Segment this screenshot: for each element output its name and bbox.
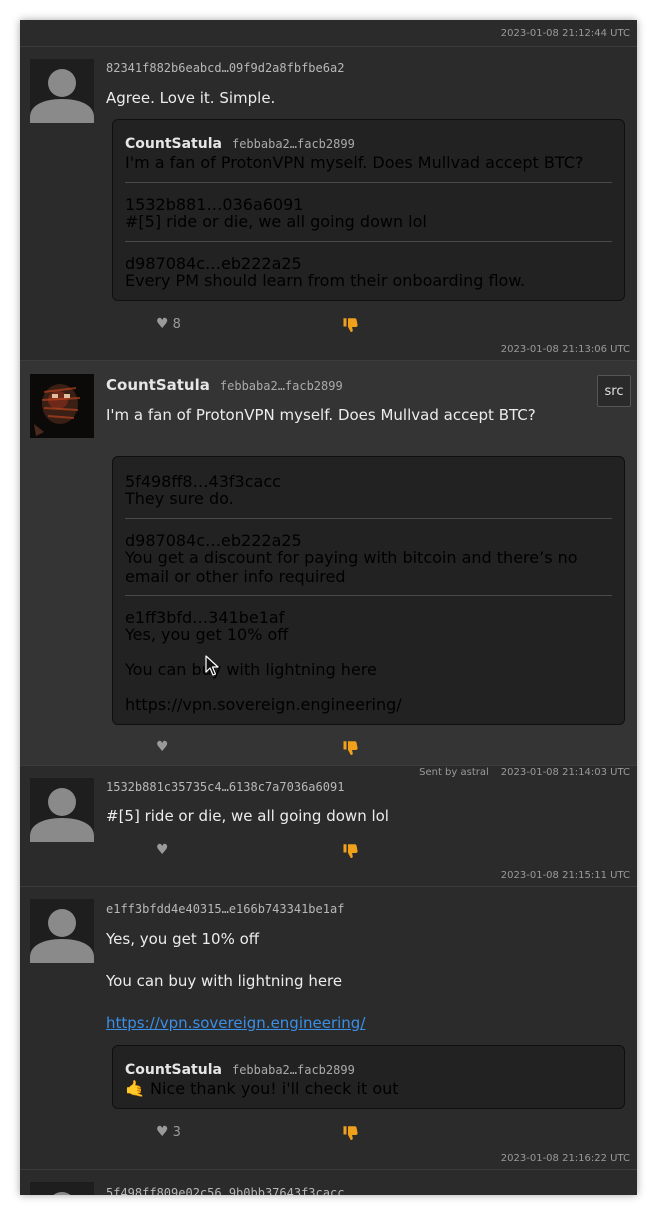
avatar-image (30, 374, 94, 438)
heart-icon: ♥ (156, 1124, 169, 1140)
avatar[interactable] (30, 374, 94, 438)
divider (125, 518, 612, 519)
post[interactable]: 1532b881c35735c4…6138c7a7036a6091 #[5] r… (20, 766, 637, 887)
avatar[interactable] (30, 778, 94, 842)
post-text-line: Yes, you get 10% off (106, 930, 260, 948)
like-button[interactable]: ♥ (156, 842, 173, 858)
quote-author-pubkey[interactable]: febbaba2…facb2899 (232, 1063, 355, 1077)
default-avatar-icon (30, 899, 94, 963)
post-pubkey[interactable]: e1ff3bfdd4e40315…e166b743341be1af (106, 902, 344, 916)
quoted-note[interactable]: CountSatula febbaba2…facb2899 I'm a fan o… (112, 119, 625, 301)
like-count: 8 (172, 317, 181, 332)
post-text: I'm a fan of ProtonVPN myself. Does Mull… (106, 406, 536, 424)
quote-author-name[interactable]: CountSatula (125, 136, 222, 152)
feed-top-remnant: 2023-01-08 21:12:44 UTC (20, 20, 637, 47)
divider (125, 241, 612, 242)
post[interactable]: e1ff3bfdd4e40315…e166b743341be1af Yes, y… (20, 887, 637, 1170)
thumbs-down-icon (342, 842, 360, 860)
avatar[interactable] (30, 59, 94, 123)
quote-author-name[interactable]: CountSatula (125, 1062, 222, 1078)
post-content: Yes, you get 10% off You can buy with li… (106, 929, 626, 1034)
post-content: #[5] ride or die, we all going down lol (106, 806, 626, 827)
avatar[interactable] (30, 899, 94, 963)
post-pubkey[interactable]: 1532b881c35735c4…6138c7a7036a6091 (106, 780, 344, 794)
post-link[interactable]: https://vpn.sovereign.engineering/ (106, 1014, 365, 1032)
like-button[interactable]: ♥ 3 (156, 1124, 181, 1140)
post-highlighted[interactable]: CountSatula febbaba2…facb2899 src I'm a f… (20, 361, 637, 778)
avatar[interactable] (30, 1182, 94, 1195)
post-content: I'm a fan of ProtonVPN myself. Does Mull… (106, 405, 626, 426)
thumbs-down-icon (342, 316, 360, 334)
post-timestamp: 2023-01-08 21:16:22 UTC (500, 1153, 630, 1164)
replies-box[interactable]: 5f498ff8…43f3cacc They sure do. d987084c… (112, 456, 625, 725)
heart-icon: ♥ (156, 316, 169, 332)
like-button[interactable]: ♥ 8 (156, 316, 181, 332)
post-pubkey[interactable]: 5f498ff809e02c56…9b0bb37643f3cacc (106, 1186, 344, 1195)
default-avatar-icon (30, 778, 94, 842)
src-button[interactable]: src (597, 375, 631, 407)
thumbs-down-icon (342, 739, 360, 757)
post-timestamp: 2023-01-08 21:15:11 UTC (500, 870, 630, 881)
like-button[interactable]: ♥ (156, 739, 173, 755)
divider (125, 182, 612, 183)
mouse-cursor-icon (205, 655, 219, 681)
post-text: #[5] ride or die, we all going down lol (106, 807, 389, 825)
heart-icon: ♥ (156, 842, 169, 858)
quote-text: 🤙 Nice thank you! i'll check it out (125, 1079, 399, 1098)
dislike-button[interactable] (342, 316, 360, 338)
reply-text: Every PM should learn from their onboard… (125, 271, 526, 290)
divider (125, 595, 612, 596)
post[interactable]: 82341f882b6eabcd…09f9d2a8fbfbe6a2 Agree.… (20, 47, 637, 361)
quote-header: CountSatula febbaba2…facb2899 (125, 133, 612, 152)
reply-text: #[5] ride or die, we all going down lol (125, 212, 427, 231)
post-pubkey[interactable]: 82341f882b6eabcd…09f9d2a8fbfbe6a2 (106, 61, 344, 75)
like-count: 3 (172, 1125, 181, 1140)
quote-text: I'm a fan of ProtonVPN myself. Does Mull… (125, 153, 584, 172)
post-timestamp: 2023-01-08 21:12:44 UTC (500, 28, 630, 39)
reply-text-line: Yes, you get 10% off (125, 625, 289, 644)
reply-text-line: You can buy with lightning here (125, 660, 377, 679)
default-avatar-icon (30, 59, 94, 123)
post-header: CountSatula febbaba2…facb2899 (106, 375, 343, 394)
post[interactable]: 5f498ff809e02c56…9b0bb37643f3cacc (20, 1170, 637, 1195)
feed-panel: 2023-01-08 21:12:44 UTC 82341f882b6eabcd… (20, 20, 637, 1195)
reply-text-line: https://vpn.sovereign.engineering/ (125, 695, 402, 714)
default-avatar-icon (30, 1182, 94, 1195)
post-text-line: You can buy with lightning here (106, 972, 343, 990)
reply-text: They sure do. (125, 489, 234, 508)
quote-author-pubkey[interactable]: febbaba2…facb2899 (232, 137, 355, 151)
post-text: Agree. Love it. Simple. (106, 89, 276, 107)
quote-header: CountSatula febbaba2…facb2899 (125, 1059, 612, 1078)
heart-icon: ♥ (156, 739, 169, 755)
quoted-note[interactable]: CountSatula febbaba2…facb2899 🤙 Nice than… (112, 1045, 625, 1109)
author-pubkey[interactable]: febbaba2…facb2899 (220, 379, 343, 393)
dislike-button[interactable] (342, 1124, 360, 1146)
post-content: Agree. Love it. Simple. (106, 88, 626, 109)
dislike-button[interactable] (342, 739, 360, 761)
reply-text: You get a discount for paying with bitco… (125, 548, 578, 586)
dislike-button[interactable] (342, 842, 360, 864)
post-timestamp: 2023-01-08 21:13:06 UTC (500, 344, 630, 355)
thumbs-down-icon (342, 1124, 360, 1142)
author-name[interactable]: CountSatula (106, 376, 210, 394)
